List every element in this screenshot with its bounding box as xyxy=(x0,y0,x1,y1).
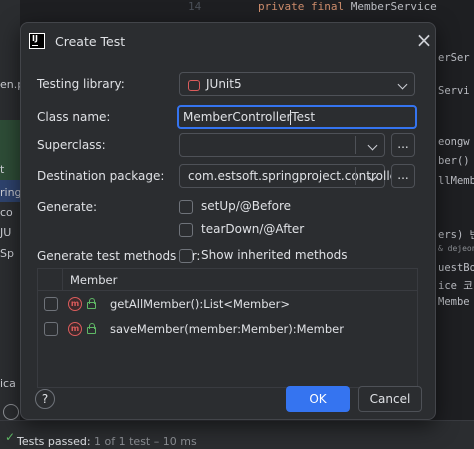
run-tree-fragment: Sp xyxy=(0,247,14,260)
class-name-input[interactable] xyxy=(183,109,403,125)
methods-table: Member m getAllMember():List<Member> m s… xyxy=(37,268,418,388)
stop-icon[interactable] xyxy=(3,404,19,420)
method-label: saveMember(member:Member):Member xyxy=(110,322,344,336)
check-icon: ✓ xyxy=(5,430,16,444)
show-inherited-checkbox[interactable] xyxy=(179,249,193,263)
superclass-select[interactable] xyxy=(179,133,385,157)
tests-passed-label: Tests passed: xyxy=(17,435,91,448)
table-row[interactable]: m getAllMember():List<Member> xyxy=(38,292,417,316)
testing-library-select[interactable]: JUnit5 xyxy=(179,72,415,96)
member-column-header[interactable]: Member xyxy=(70,273,117,287)
project-tree-fragment: en.p xyxy=(0,78,20,91)
run-tree-fragment: JU xyxy=(0,226,12,239)
close-icon[interactable]: × xyxy=(413,30,435,52)
combo-separator xyxy=(355,167,356,185)
tests-passed-detail: 1 of 1 test – 10 ms xyxy=(94,435,197,448)
method-icon: m xyxy=(68,297,82,311)
superclass-label: Superclass: xyxy=(37,138,106,152)
dialog-title-bar[interactable]: IJ Create Test × xyxy=(21,23,435,61)
combo-separator xyxy=(355,136,356,154)
code-text: MemberService xyxy=(344,0,437,13)
run-tree-fragment: co xyxy=(0,206,13,219)
code-fragment: & dejeong xyxy=(438,244,474,253)
column-divider xyxy=(62,269,63,291)
dialog-title: Create Test xyxy=(55,34,126,49)
run-tree-fragment: ica xyxy=(0,377,16,390)
teardown-checkbox[interactable] xyxy=(179,223,193,237)
code-keyword: private final xyxy=(258,0,345,13)
code-fragment: ice 코 xyxy=(438,280,473,292)
method-icon: m xyxy=(68,322,82,336)
line-number: 14 xyxy=(188,0,202,13)
setup-checkbox[interactable] xyxy=(179,200,193,214)
code-fragment: ers) 반 xyxy=(438,229,474,241)
generate-label: Generate: xyxy=(37,200,98,214)
chevron-down-icon xyxy=(397,79,408,90)
code-fragment: Servi xyxy=(438,85,470,97)
destination-package-browse-button[interactable]: ... xyxy=(391,164,415,188)
superclass-browse-button[interactable]: ... xyxy=(391,133,415,157)
text-caret xyxy=(290,110,291,125)
help-button[interactable]: ? xyxy=(35,389,55,409)
public-access-icon xyxy=(86,323,96,334)
create-test-dialog: IJ Create Test × Testing library: JUnit5… xyxy=(20,22,436,420)
destination-package-select[interactable]: com.estsoft.springproject.controller xyxy=(179,164,402,188)
ok-button[interactable]: OK xyxy=(286,386,350,412)
code-line: private final MemberService xyxy=(258,0,437,13)
code-fragment: uestBo xyxy=(438,262,474,274)
editor-right-fragment: erSer Servi eongw ber() llMemb ers) 반 & … xyxy=(436,0,474,449)
code-fragment: erSer xyxy=(438,52,470,64)
project-panel-fragment: en.p t ring co JU Sp ica xyxy=(0,0,20,449)
show-inherited-checkbox-label[interactable]: Show inherited methods xyxy=(201,248,348,262)
destination-package-label: Destination package: xyxy=(37,169,165,183)
code-fragment: ber() xyxy=(438,155,470,167)
run-status-bar: ✓ Tests passed: 1 of 1 test – 10 ms xyxy=(0,404,474,449)
code-fragment: Membe xyxy=(438,296,470,308)
junit-icon xyxy=(188,79,200,91)
table-row[interactable]: m saveMember(member:Member):Member xyxy=(38,317,417,341)
method-checkbox[interactable] xyxy=(44,322,58,336)
teardown-checkbox-label[interactable]: tearDown/@After xyxy=(201,222,304,236)
class-name-label: Class name: xyxy=(37,110,111,124)
intellij-app-icon: IJ xyxy=(29,33,45,49)
testing-library-value: JUnit5 xyxy=(206,77,242,91)
public-access-icon xyxy=(86,298,96,309)
code-fragment: llMemb xyxy=(438,175,474,187)
code-fragment: eongw xyxy=(438,136,470,148)
setup-checkbox-label[interactable]: setUp/@Before xyxy=(201,199,291,213)
run-tree-fragment: t xyxy=(0,163,5,176)
method-label: getAllMember():List<Member> xyxy=(110,297,290,311)
run-tree-fragment: ring xyxy=(0,186,20,199)
cancel-button[interactable]: Cancel xyxy=(358,386,422,412)
methods-table-header: Member xyxy=(38,269,417,291)
method-checkbox[interactable] xyxy=(44,297,58,311)
chevron-down-icon xyxy=(367,140,378,151)
testing-library-label: Testing library: xyxy=(37,77,125,91)
class-name-field[interactable] xyxy=(177,105,417,129)
tests-passed-status: Tests passed: 1 of 1 test – 10 ms xyxy=(17,435,197,448)
generate-methods-label: Generate test methods for: xyxy=(37,249,201,263)
